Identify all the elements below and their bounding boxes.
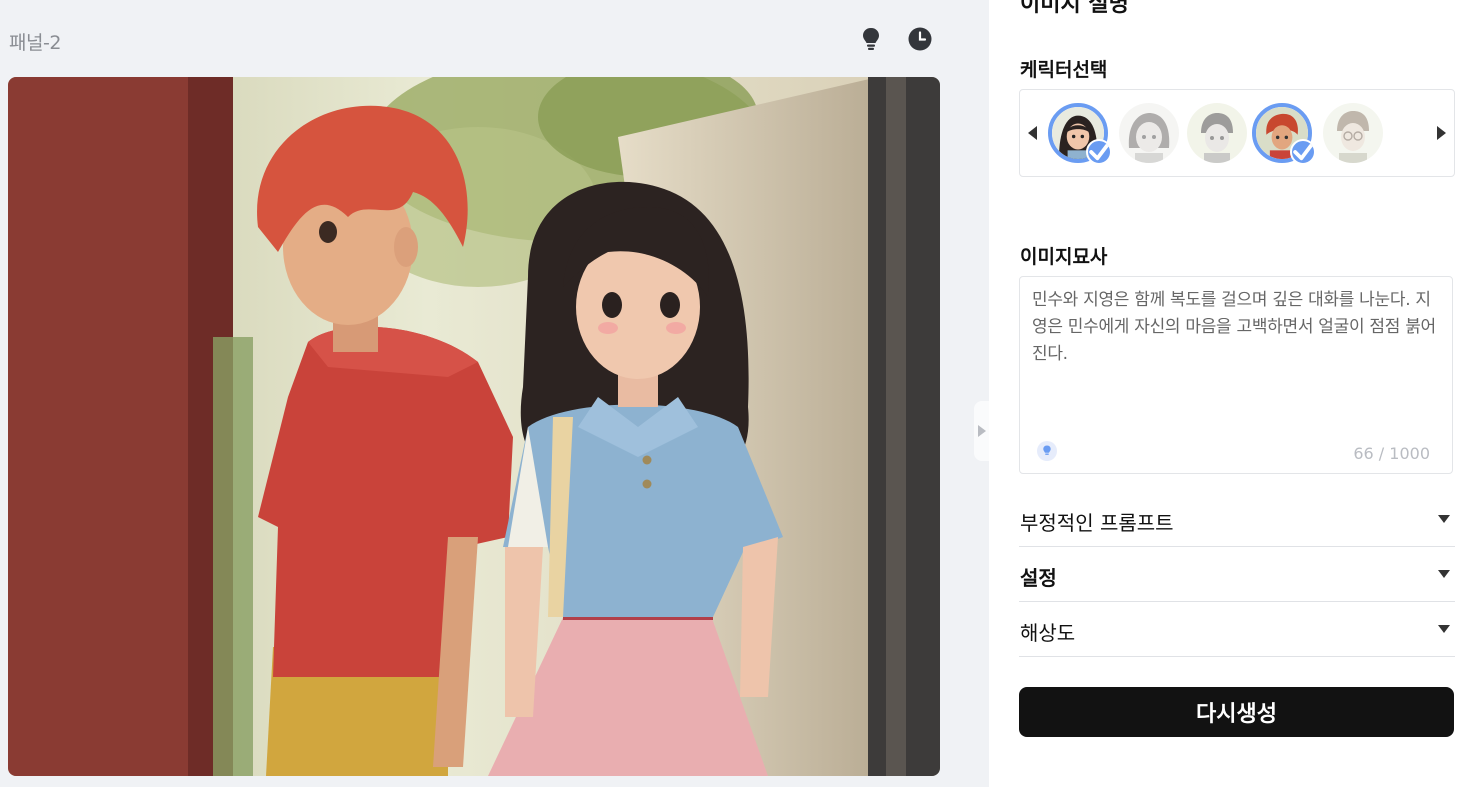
carousel-next-icon[interactable] xyxy=(1437,126,1446,140)
character-select-label: 케릭터선택 xyxy=(1020,59,1108,81)
settings-sidebar: 이미지 설명 케릭터선택 이미지묘사 민수와 지영은 함께 복도를 걸으며 깊은… xyxy=(989,0,1470,787)
panel-title: 패널-2 xyxy=(9,32,61,54)
image-description-text[interactable]: 민수와 지영은 함께 복도를 걸으며 깊은 대화를 나눈다. 지영은 민수에게 … xyxy=(1032,287,1442,368)
accordion-label: 해상도 xyxy=(1020,621,1076,645)
accordion-label: 설정 xyxy=(1020,566,1057,590)
chevron-right-icon xyxy=(978,425,986,437)
clock-icon[interactable] xyxy=(907,26,933,52)
character-counter: 66 / 1000 xyxy=(1353,444,1430,463)
character-avatar[interactable] xyxy=(1187,103,1247,163)
lightbulb-icon[interactable] xyxy=(858,26,884,52)
settings-accordion[interactable]: 설정 xyxy=(1019,546,1455,602)
image-description-label: 이미지묘사 xyxy=(1020,246,1108,268)
lightbulb-icon[interactable] xyxy=(1037,441,1057,461)
resolution-accordion[interactable]: 해상도 xyxy=(1019,601,1455,657)
section-title: 이미지 설명 xyxy=(1020,0,1129,17)
selected-check-icon xyxy=(1086,139,1112,165)
carousel-prev-icon[interactable] xyxy=(1028,126,1037,140)
selected-check-icon xyxy=(1290,139,1316,165)
image-description-field[interactable]: 민수와 지영은 함께 복도를 걸으며 깊은 대화를 나눈다. 지영은 민수에게 … xyxy=(1019,276,1453,474)
canvas-area: 패널-2 xyxy=(0,0,990,787)
character-carousel xyxy=(1019,89,1455,177)
caret-down-icon xyxy=(1438,570,1450,578)
caret-down-icon xyxy=(1438,515,1450,523)
collapse-panel-handle[interactable] xyxy=(974,401,990,461)
character-avatar[interactable] xyxy=(1323,103,1383,163)
negative-prompt-accordion[interactable]: 부정적인 프롬프트 xyxy=(1019,491,1455,547)
character-avatar[interactable] xyxy=(1048,103,1112,165)
caret-down-icon xyxy=(1438,625,1450,633)
regenerate-button[interactable]: 다시생성 xyxy=(1019,687,1454,737)
character-avatar[interactable] xyxy=(1119,103,1179,163)
generated-image xyxy=(8,77,940,776)
accordion-label: 부정적인 프롬프트 xyxy=(1020,511,1174,535)
character-avatar[interactable] xyxy=(1252,103,1316,165)
